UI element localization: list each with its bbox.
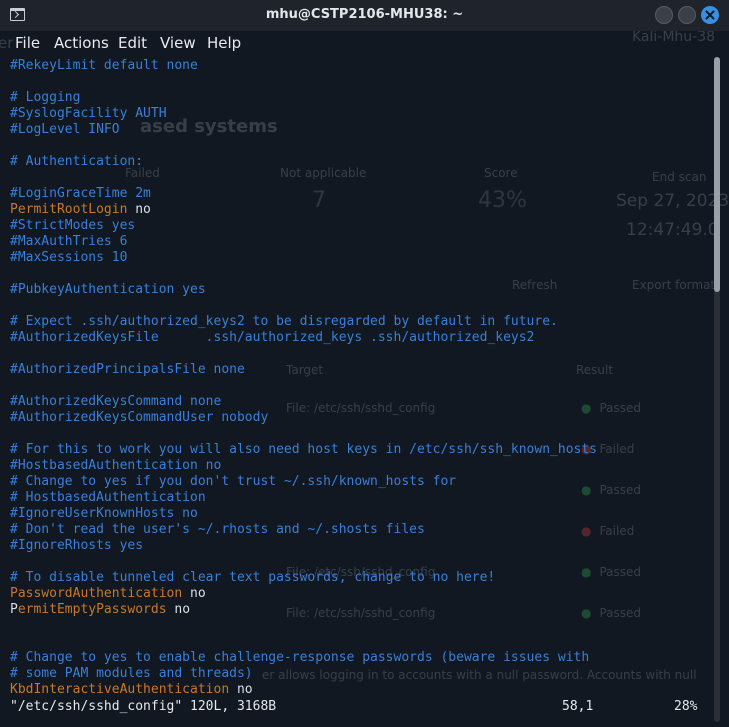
terminal-line: PasswordAuthentication no: [10, 586, 710, 602]
terminal-line: # HostbasedAuthentication: [10, 490, 710, 506]
terminal-token: # HostbasedAuthentication: [10, 490, 206, 505]
terminal-line: # some PAM modules and threads): [10, 666, 710, 682]
menu-actions[interactable]: Actions: [54, 34, 109, 52]
terminal-line: #LoginGraceTime 2m: [10, 186, 710, 202]
terminal-token: #SyslogFacility AUTH: [10, 106, 167, 121]
terminal-token: #AuthorizedKeysCommand none: [10, 394, 222, 409]
terminal-line: #AuthorizedPrincipalsFile none: [10, 362, 710, 378]
terminal-token: PasswordAuthentication: [10, 586, 183, 601]
status-scroll-percent: 28%: [674, 699, 698, 714]
menu-file[interactable]: File: [15, 34, 40, 52]
menu-bar: File Actions Edit View Help: [0, 31, 729, 56]
terminal-token: # Expect .ssh/authorized_keys2 to be dis…: [10, 314, 558, 329]
title-bar[interactable]: mhu@CSTP2106-MHU38: ~: [0, 0, 729, 31]
terminal-line: KbdInteractiveAuthentication no: [10, 682, 710, 698]
terminal-token: # Change to yes if you don't trust ~/.ss…: [10, 474, 457, 489]
terminal-token: #StrictModes yes: [10, 218, 136, 233]
terminal-line: #RekeyLimit default none: [10, 58, 710, 74]
terminal-line: #HostbasedAuthentication no: [10, 458, 710, 474]
terminal-token: # Change to yes to enable challenge-resp…: [10, 650, 590, 665]
terminal-line: # Change to yes if you don't trust ~/.ss…: [10, 474, 710, 490]
terminal-token: #IgnoreUserKnownHosts no: [10, 506, 198, 521]
terminal-token: # Authentication:: [10, 154, 144, 169]
terminal-token: ermitEmptyPasswords: [17, 602, 167, 617]
terminal-token: # some PAM modules and threads): [10, 666, 253, 681]
status-file-info: "/etc/ssh/sshd_config" 120L, 3168B: [10, 699, 277, 714]
terminal-line: #AuthorizedKeysCommand none: [10, 394, 710, 410]
terminal-line: #IgnoreUserKnownHosts no: [10, 506, 710, 522]
scrollbar[interactable]: [714, 57, 720, 722]
terminal-line: #LogLevel INFO: [10, 122, 710, 138]
terminal-line: #AuthorizedKeysCommandUser nobody: [10, 410, 710, 426]
terminal-line: # To disable tunneled clear text passwor…: [10, 570, 710, 586]
menu-view[interactable]: View: [160, 34, 196, 52]
status-line: "/etc/ssh/sshd_config" 120L, 3168B 58,1 …: [10, 699, 710, 715]
terminal-line: # Authentication:: [10, 154, 710, 170]
terminal-line: PermitEmptyPasswords no: [10, 602, 710, 618]
menu-help[interactable]: Help: [207, 34, 241, 52]
maximize-button[interactable]: [678, 6, 696, 24]
terminal-line: #AuthorizedKeysFile .ssh/authorized_keys…: [10, 330, 710, 346]
terminal-token: #LogLevel INFO: [10, 122, 120, 137]
terminal-token: #AuthorizedKeysFile .ssh/authorized_keys…: [10, 330, 535, 345]
terminal-text-area[interactable]: #RekeyLimit default none # Logging #Syslog…: [10, 58, 710, 698]
terminal-token: #PubkeyAuthentication yes: [10, 282, 206, 297]
terminal-token: # To disable tunneled clear text passwor…: [10, 570, 496, 585]
terminal-token: # Don't read the user's ~/.rhosts and ~/…: [10, 522, 425, 537]
terminal-line: #PubkeyAuthentication yes: [10, 282, 710, 298]
terminal-token: #RekeyLimit default none: [10, 58, 198, 73]
text-cursor: P: [10, 602, 18, 617]
window-title: mhu@CSTP2106-MHU38: ~: [265, 7, 464, 22]
terminal-line: # Logging: [10, 90, 710, 106]
terminal-line: #IgnoreRhosts yes: [10, 538, 710, 554]
terminal-line: # Don't read the user's ~/.rhosts and ~/…: [10, 522, 710, 538]
terminal-token: no: [127, 202, 151, 217]
terminal-line: # Change to yes to enable challenge-resp…: [10, 650, 710, 666]
status-cursor-position: 58,1: [562, 699, 594, 714]
terminal-token: #MaxSessions 10: [10, 250, 128, 265]
terminal-line: # For this to work you will also need ho…: [10, 442, 710, 458]
terminal-token: #MaxAuthTries 6: [10, 234, 128, 249]
terminal-token: no: [182, 586, 206, 601]
terminal-token: no: [229, 682, 253, 697]
scrollbar-thumb[interactable]: [714, 57, 720, 292]
terminal-line: #StrictModes yes: [10, 218, 710, 234]
terminal-token: no: [166, 602, 191, 617]
terminal-token: PermitRootLogin: [10, 202, 128, 217]
terminal-window: er Kali-Mhu-38 ased systems Failed Not a…: [0, 0, 729, 727]
minimize-button[interactable]: [655, 6, 673, 24]
terminal-token: #IgnoreRhosts yes: [10, 538, 144, 553]
terminal-line: # Expect .ssh/authorized_keys2 to be dis…: [10, 314, 710, 330]
terminal-token: #AuthorizedPrincipalsFile none: [10, 362, 245, 377]
terminal-token: #AuthorizedKeysCommandUser nobody: [10, 410, 269, 425]
terminal-line: #MaxAuthTries 6: [10, 234, 710, 250]
menu-edit[interactable]: Edit: [118, 34, 147, 52]
close-button[interactable]: [701, 6, 719, 24]
terminal-token: # For this to work you will also need ho…: [10, 442, 597, 457]
terminal-token: # Logging: [10, 90, 81, 105]
terminal-token: #HostbasedAuthentication no: [10, 458, 222, 473]
terminal-line: PermitRootLogin no: [10, 202, 710, 218]
terminal-line: #MaxSessions 10: [10, 250, 710, 266]
terminal-token: #LoginGraceTime 2m: [10, 186, 151, 201]
terminal-token: KbdInteractiveAuthentication: [10, 682, 230, 697]
terminal-line: #SyslogFacility AUTH: [10, 106, 710, 122]
